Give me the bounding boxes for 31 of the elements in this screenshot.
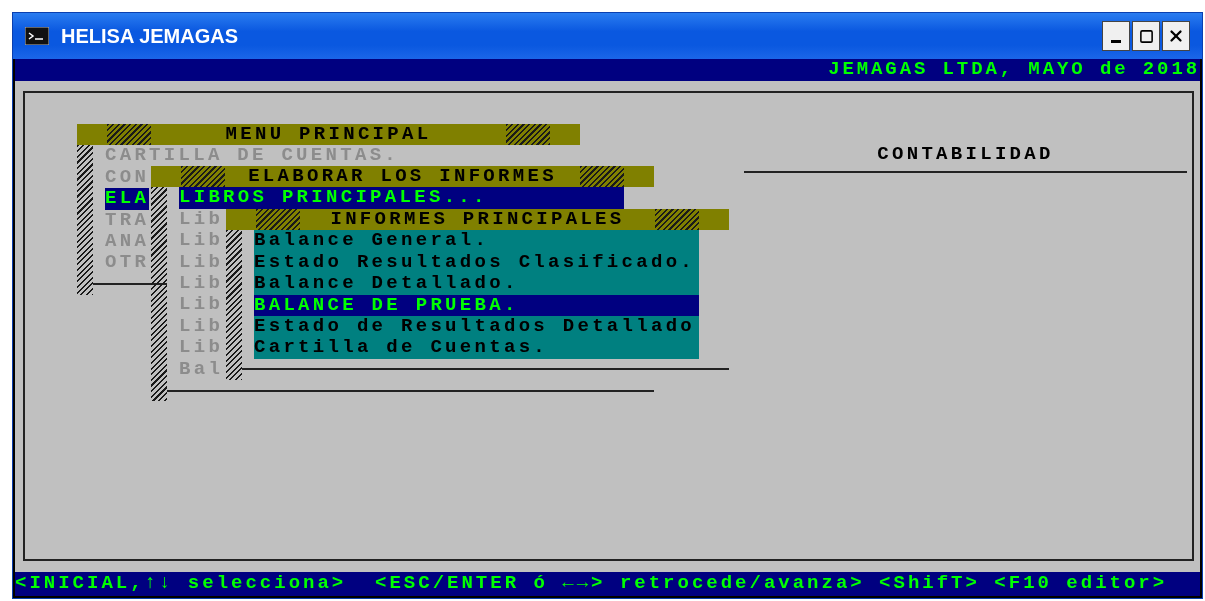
hatch-pattern-icon [181,166,225,188]
company-date: JEMAGAS LTDA, MAYO de 2018 [828,59,1200,81]
menu-item[interactable]: LIBROS PRINCIPALES... [179,187,624,209]
menu-title: MENU PRINCIPAL [225,124,432,146]
hatch-pattern-icon [256,209,300,231]
shadow-hatch-icon [77,145,93,296]
shadow-hatch-icon [226,230,242,381]
minimize-button[interactable] [1102,21,1130,51]
window-title: HELISA JEMAGAS [61,24,239,49]
close-button[interactable] [1162,21,1190,51]
shadow-hatch-icon [151,187,167,402]
menu-title: INFORMES PRINCIPALES [330,209,625,231]
console-icon [25,27,49,45]
status-text: <INICIAL,↑↓ selecciona> <ESC/ENTER ó ←→> retrocede/avanza> <ShifT> <F10 editor> [15,573,1168,595]
hatch-pattern-icon [506,124,550,146]
menu-item[interactable]: Balance Detallado. [254,273,519,295]
menu-item[interactable]: ELA [105,188,150,210]
menu-title: ELABORAR LOS INFORMES [248,166,557,188]
menu-item[interactable]: Balance General. [254,230,490,252]
hatch-pattern-icon [107,124,151,146]
hatch-pattern-icon [655,209,699,231]
maximize-button[interactable] [1132,21,1160,51]
menu-item[interactable]: Cartilla de Cuentas. [254,337,549,359]
menu-item[interactable]: BALANCE DE PRUEBA. [254,294,699,316]
panel-title: CONTABILIDAD [877,144,1054,166]
close-icon [1167,27,1185,45]
hatch-pattern-icon [580,166,624,188]
menu-item[interactable]: Estado Resultados Clasificado. [254,251,696,274]
minimize-icon [1111,39,1121,43]
menu-item[interactable]: Estado de Resultados Detallado [254,315,696,338]
maximize-icon [1138,28,1154,44]
